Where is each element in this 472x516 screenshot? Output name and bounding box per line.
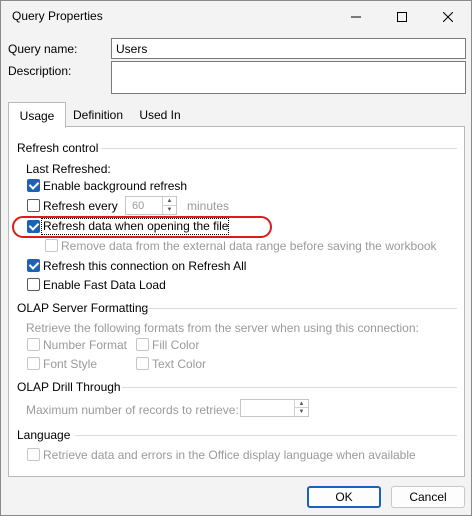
last-refreshed-label: Last Refreshed: xyxy=(26,162,111,176)
text-color-checkbox[interactable] xyxy=(136,357,149,370)
cancel-button[interactable]: Cancel xyxy=(391,486,465,508)
maximize-icon xyxy=(397,12,407,22)
office-language-checkbox[interactable] xyxy=(27,448,40,461)
olap-formatting-heading: OLAP Server Formatting xyxy=(17,301,149,315)
language-heading: Language xyxy=(17,428,71,442)
spin-up-icon[interactable]: ▲ xyxy=(295,400,308,408)
tab-definition[interactable]: Definition xyxy=(65,104,131,126)
description-input[interactable] xyxy=(111,61,466,94)
enable-background-refresh-checkbox[interactable] xyxy=(27,179,40,192)
olap-formatting-divider xyxy=(144,308,457,309)
close-button[interactable] xyxy=(425,1,471,33)
maximize-button[interactable] xyxy=(379,1,425,33)
olap-drill-divider xyxy=(122,387,457,388)
refresh-control-divider xyxy=(101,148,457,149)
close-icon xyxy=(443,12,453,22)
max-records-spinner[interactable]: ▲ ▼ xyxy=(240,399,309,417)
tab-usage-label: Usage xyxy=(19,108,55,123)
query-name-input[interactable]: Users xyxy=(111,38,466,59)
query-properties-dialog: Query Properties Query name: Users Descr… xyxy=(0,0,472,516)
fill-color-checkbox[interactable] xyxy=(136,338,149,351)
refresh-all-label: Refresh this connection on Refresh All xyxy=(43,259,247,273)
number-format-checkbox[interactable] xyxy=(27,338,40,351)
font-style-label: Font Style xyxy=(43,357,98,371)
enable-background-refresh-label: Enable background refresh xyxy=(43,179,188,193)
tab-used-in-label: Used In xyxy=(139,108,181,122)
title-bar: Query Properties xyxy=(1,1,471,33)
minimize-button[interactable] xyxy=(333,1,379,33)
max-records-spinner-arrows: ▲ ▼ xyxy=(294,400,308,416)
office-language-label: Retrieve data and errors in the Office d… xyxy=(43,448,416,462)
language-divider xyxy=(75,435,457,436)
text-color-label: Text Color xyxy=(152,357,207,371)
query-name-label: Query name: xyxy=(8,42,78,56)
description-label: Description: xyxy=(8,64,72,78)
refresh-on-open-checkbox[interactable] xyxy=(27,220,40,233)
fast-data-load-checkbox[interactable] xyxy=(27,278,40,291)
spinner-arrows: ▲ ▼ xyxy=(162,197,176,214)
ok-button[interactable]: OK xyxy=(307,486,381,508)
refresh-control-heading: Refresh control xyxy=(17,141,99,155)
remove-data-checkbox[interactable] xyxy=(45,239,58,252)
refresh-every-label: Refresh every xyxy=(43,199,118,213)
minimize-icon xyxy=(351,16,361,18)
minutes-label: minutes xyxy=(187,199,230,213)
refresh-interval-spinner[interactable]: 60 ▲ ▼ xyxy=(125,196,177,215)
refresh-on-open-label: Refresh data when opening the file xyxy=(43,219,229,233)
olap-drill-heading: OLAP Drill Through xyxy=(17,380,121,394)
max-records-label: Maximum number of records to retrieve: xyxy=(26,403,239,417)
fast-data-load-label: Enable Fast Data Load xyxy=(43,278,166,292)
refresh-every-checkbox[interactable] xyxy=(27,199,40,212)
refresh-interval-value: 60 xyxy=(132,200,145,212)
remove-data-label: Remove data from the external data range… xyxy=(61,239,437,253)
olap-formatting-description: Retrieve the following formats from the … xyxy=(26,321,419,335)
spin-down-icon[interactable]: ▼ xyxy=(295,408,308,416)
font-style-checkbox[interactable] xyxy=(27,357,40,370)
spin-down-icon[interactable]: ▼ xyxy=(163,206,176,215)
spin-up-icon[interactable]: ▲ xyxy=(163,197,176,206)
number-format-label: Number Format xyxy=(43,338,128,352)
window-title: Query Properties xyxy=(12,9,103,23)
fill-color-label: Fill Color xyxy=(152,338,200,352)
tab-used-in[interactable]: Used In xyxy=(134,104,186,126)
tab-definition-label: Definition xyxy=(72,108,124,122)
refresh-all-checkbox[interactable] xyxy=(27,259,40,272)
tab-usage[interactable]: Usage xyxy=(8,102,66,128)
